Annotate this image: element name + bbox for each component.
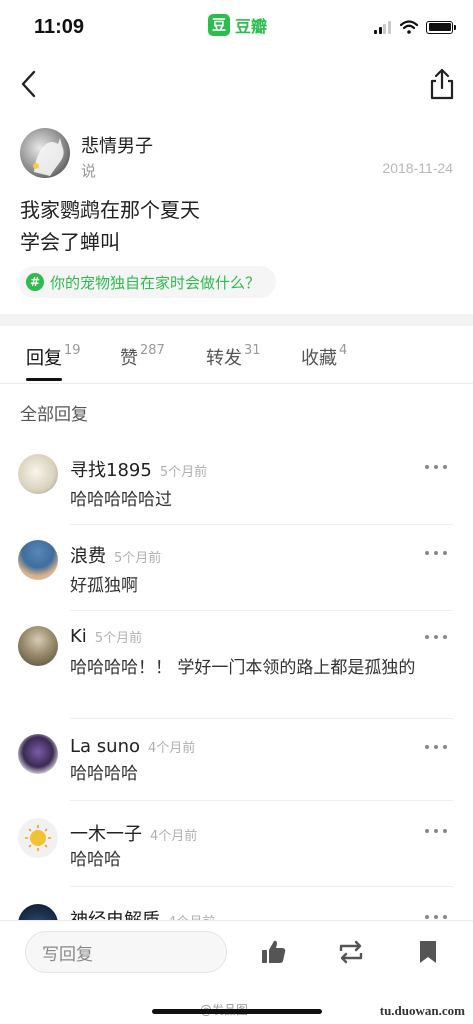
- tab-label: 回复: [26, 348, 62, 369]
- comment-time: 5个月前: [159, 465, 208, 480]
- post-date: 2018-11-24: [382, 160, 453, 176]
- post-line: 我家鹦鹉在那个夏天: [20, 198, 200, 222]
- tab-count: 287: [140, 343, 165, 358]
- comment-divider: [70, 610, 453, 611]
- reply-input[interactable]: 写回复: [25, 931, 227, 973]
- wifi-icon: [400, 20, 418, 34]
- comment-text: 好孤独啊: [70, 576, 138, 596]
- unicorn-avatar-image: [33, 138, 64, 176]
- active-tab-indicator: [26, 378, 62, 381]
- section-divider: [0, 314, 473, 326]
- topic-label: 你的宠物独自在家时会做什么？: [50, 273, 261, 292]
- tab-label: 收藏: [301, 348, 337, 369]
- sun-avatar-image: [25, 825, 51, 851]
- status-bar: 11:09 豆 豆瓣: [0, 0, 473, 56]
- bottom-action-bar: 写回复 @发品图 tu.duowan.com: [0, 920, 473, 1024]
- tab-label: 赞: [120, 348, 138, 369]
- tab-reposts[interactable]: 转发 31: [206, 343, 261, 370]
- comment-time: 4个月前: [148, 741, 196, 756]
- back-button[interactable]: [14, 66, 44, 102]
- bookmark-icon: [420, 941, 436, 963]
- comment-divider: [70, 886, 453, 887]
- repost-icon: [339, 940, 363, 964]
- watermark-site: tu.duowan.com: [379, 1003, 465, 1018]
- tab-count: 4: [339, 343, 348, 358]
- app-name: 豆瓣: [235, 17, 268, 36]
- comment-divider: [70, 800, 453, 801]
- commenter-avatar[interactable]: [18, 734, 58, 774]
- nav-bar: [0, 60, 473, 108]
- section-title: 全部回复: [20, 405, 88, 425]
- commenter-name[interactable]: 一木一子 4个月前: [70, 820, 197, 846]
- tab-count: 31: [244, 343, 261, 358]
- share-icon: [430, 68, 454, 100]
- tab-replies[interactable]: 回复 19: [26, 343, 81, 370]
- comment-time: 4个月前: [150, 829, 198, 844]
- bookmark-button[interactable]: [413, 937, 443, 967]
- comment-text: 哈哈哈哈: [70, 764, 138, 784]
- topic-tag[interactable]: # 你的宠物独自在家时会做什么？: [18, 266, 277, 298]
- comment-time: 5个月前: [114, 551, 162, 566]
- author-name[interactable]: 悲情男子: [81, 132, 153, 158]
- tab-likes[interactable]: 赞 287: [120, 343, 165, 370]
- comment-text: 哈哈哈: [70, 850, 121, 870]
- chevron-left-icon: [21, 70, 36, 98]
- comment-text: 哈哈哈哈！！ 学好一门本领的路上都是孤独的: [70, 658, 416, 678]
- post-line: 学会了蝉叫: [20, 230, 120, 254]
- commenter-name[interactable]: 寻找1895 5个月前: [70, 456, 207, 482]
- tab-collections[interactable]: 收藏 4: [301, 343, 348, 370]
- commenter-avatar[interactable]: [18, 454, 58, 494]
- cellular-signal-icon: [374, 20, 392, 34]
- tab-label: 转发: [206, 348, 242, 369]
- commenter-name[interactable]: 浪费 5个月前: [70, 542, 161, 568]
- hashtag-icon: #: [26, 273, 44, 291]
- comment-time: 5个月前: [94, 631, 143, 646]
- comment-divider: [70, 718, 453, 719]
- comment-text: 哈哈哈哈哈过: [70, 490, 172, 510]
- more-options-icon[interactable]: [425, 826, 447, 836]
- commenter-avatar[interactable]: [18, 540, 58, 580]
- douban-logo-icon: 豆: [208, 14, 230, 36]
- share-button[interactable]: [425, 66, 459, 102]
- battery-icon: [426, 20, 456, 34]
- author-action: 说: [81, 162, 97, 180]
- status-time: 11:09: [34, 16, 85, 38]
- commenter-avatar[interactable]: [18, 626, 58, 666]
- tab-bar: 回复 19 赞 287 转发 31 收藏 4: [0, 326, 473, 384]
- more-options-icon[interactable]: [425, 548, 447, 558]
- commenter-name[interactable]: Ki 5个月前: [70, 626, 142, 647]
- commenter-avatar[interactable]: [18, 818, 58, 858]
- author-avatar[interactable]: [20, 128, 70, 178]
- more-options-icon[interactable]: [425, 462, 447, 472]
- commenter-name[interactable]: La suno 4个月前: [70, 736, 195, 757]
- post-text: 我家鹦鹉在那个夏天 学会了蝉叫: [20, 194, 450, 258]
- tab-count: 19: [64, 343, 81, 358]
- more-options-icon[interactable]: [425, 632, 447, 642]
- more-options-icon[interactable]: [425, 742, 447, 752]
- app-badge: 豆 豆瓣: [208, 13, 267, 37]
- status-icons: [374, 20, 456, 34]
- home-indicator[interactable]: [152, 1009, 322, 1014]
- repost-button[interactable]: [336, 937, 366, 967]
- thumbs-up-icon: [262, 940, 286, 963]
- like-button[interactable]: [258, 937, 288, 967]
- comment-divider: [70, 524, 453, 525]
